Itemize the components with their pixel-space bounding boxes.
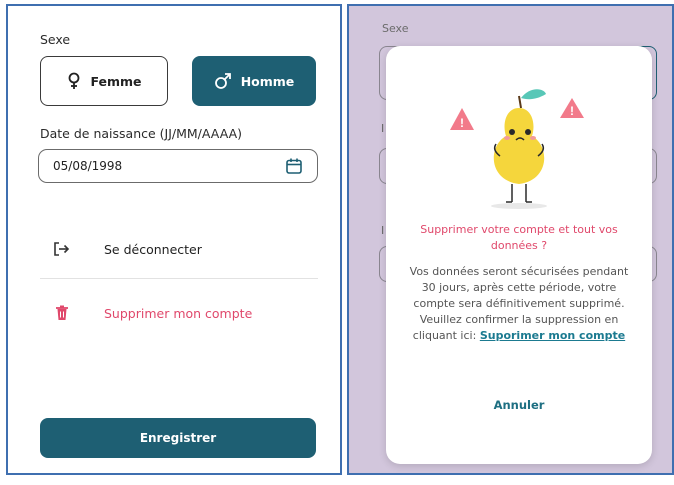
cancel-button[interactable]: Annuler	[386, 398, 652, 412]
profile-form-panel: Sexe Femme Homme Date de naissance (JJ/M…	[6, 4, 342, 475]
delete-confirmation-screen: Sexe I I ! ! Supprimer votre compte et t…	[347, 4, 674, 475]
trash-icon	[56, 305, 68, 320]
pear-mascot-illustration: ! !	[450, 89, 584, 209]
delete-account-modal: ! ! Supprimer votre compte et tout vos d…	[386, 46, 652, 464]
logout-icon	[54, 242, 70, 256]
dob-field[interactable]: 05/08/1998	[38, 149, 318, 183]
dob-label: Date de naissance (JJ/MM/AAAA)	[40, 126, 243, 141]
calendar-icon[interactable]	[285, 157, 303, 175]
homme-button[interactable]: Homme	[192, 56, 316, 106]
svg-text:!: !	[460, 116, 464, 130]
bg-partial-text: I	[381, 122, 385, 135]
female-symbol-icon	[69, 72, 80, 89]
logout-row[interactable]: Se déconnecter	[52, 240, 202, 258]
sexe-label-bg: Sexe	[382, 22, 409, 35]
svg-text:!: !	[570, 104, 574, 118]
femme-label: Femme	[90, 73, 142, 89]
dob-value: 05/08/1998	[53, 159, 123, 173]
femme-button[interactable]: Femme	[40, 56, 168, 106]
divider	[40, 278, 318, 279]
sexe-label: Sexe	[40, 32, 71, 47]
homme-label: Homme	[240, 73, 295, 89]
logout-label: Se déconnecter	[104, 241, 202, 257]
delete-account-label: Supprimer mon compte	[104, 305, 253, 321]
bg-partial-text-2: I	[381, 224, 385, 237]
male-symbol-icon	[214, 73, 231, 89]
confirm-delete-link[interactable]: Suporimer mon compte	[480, 329, 625, 342]
save-button[interactable]: Enregistrer	[40, 418, 316, 458]
modal-body: Vos données seront sécurisées pendant 30…	[404, 264, 634, 344]
delete-account-row[interactable]: Supprimer mon compte	[54, 304, 252, 322]
modal-title: Supprimer votre compte et tout vos donné…	[420, 223, 618, 252]
